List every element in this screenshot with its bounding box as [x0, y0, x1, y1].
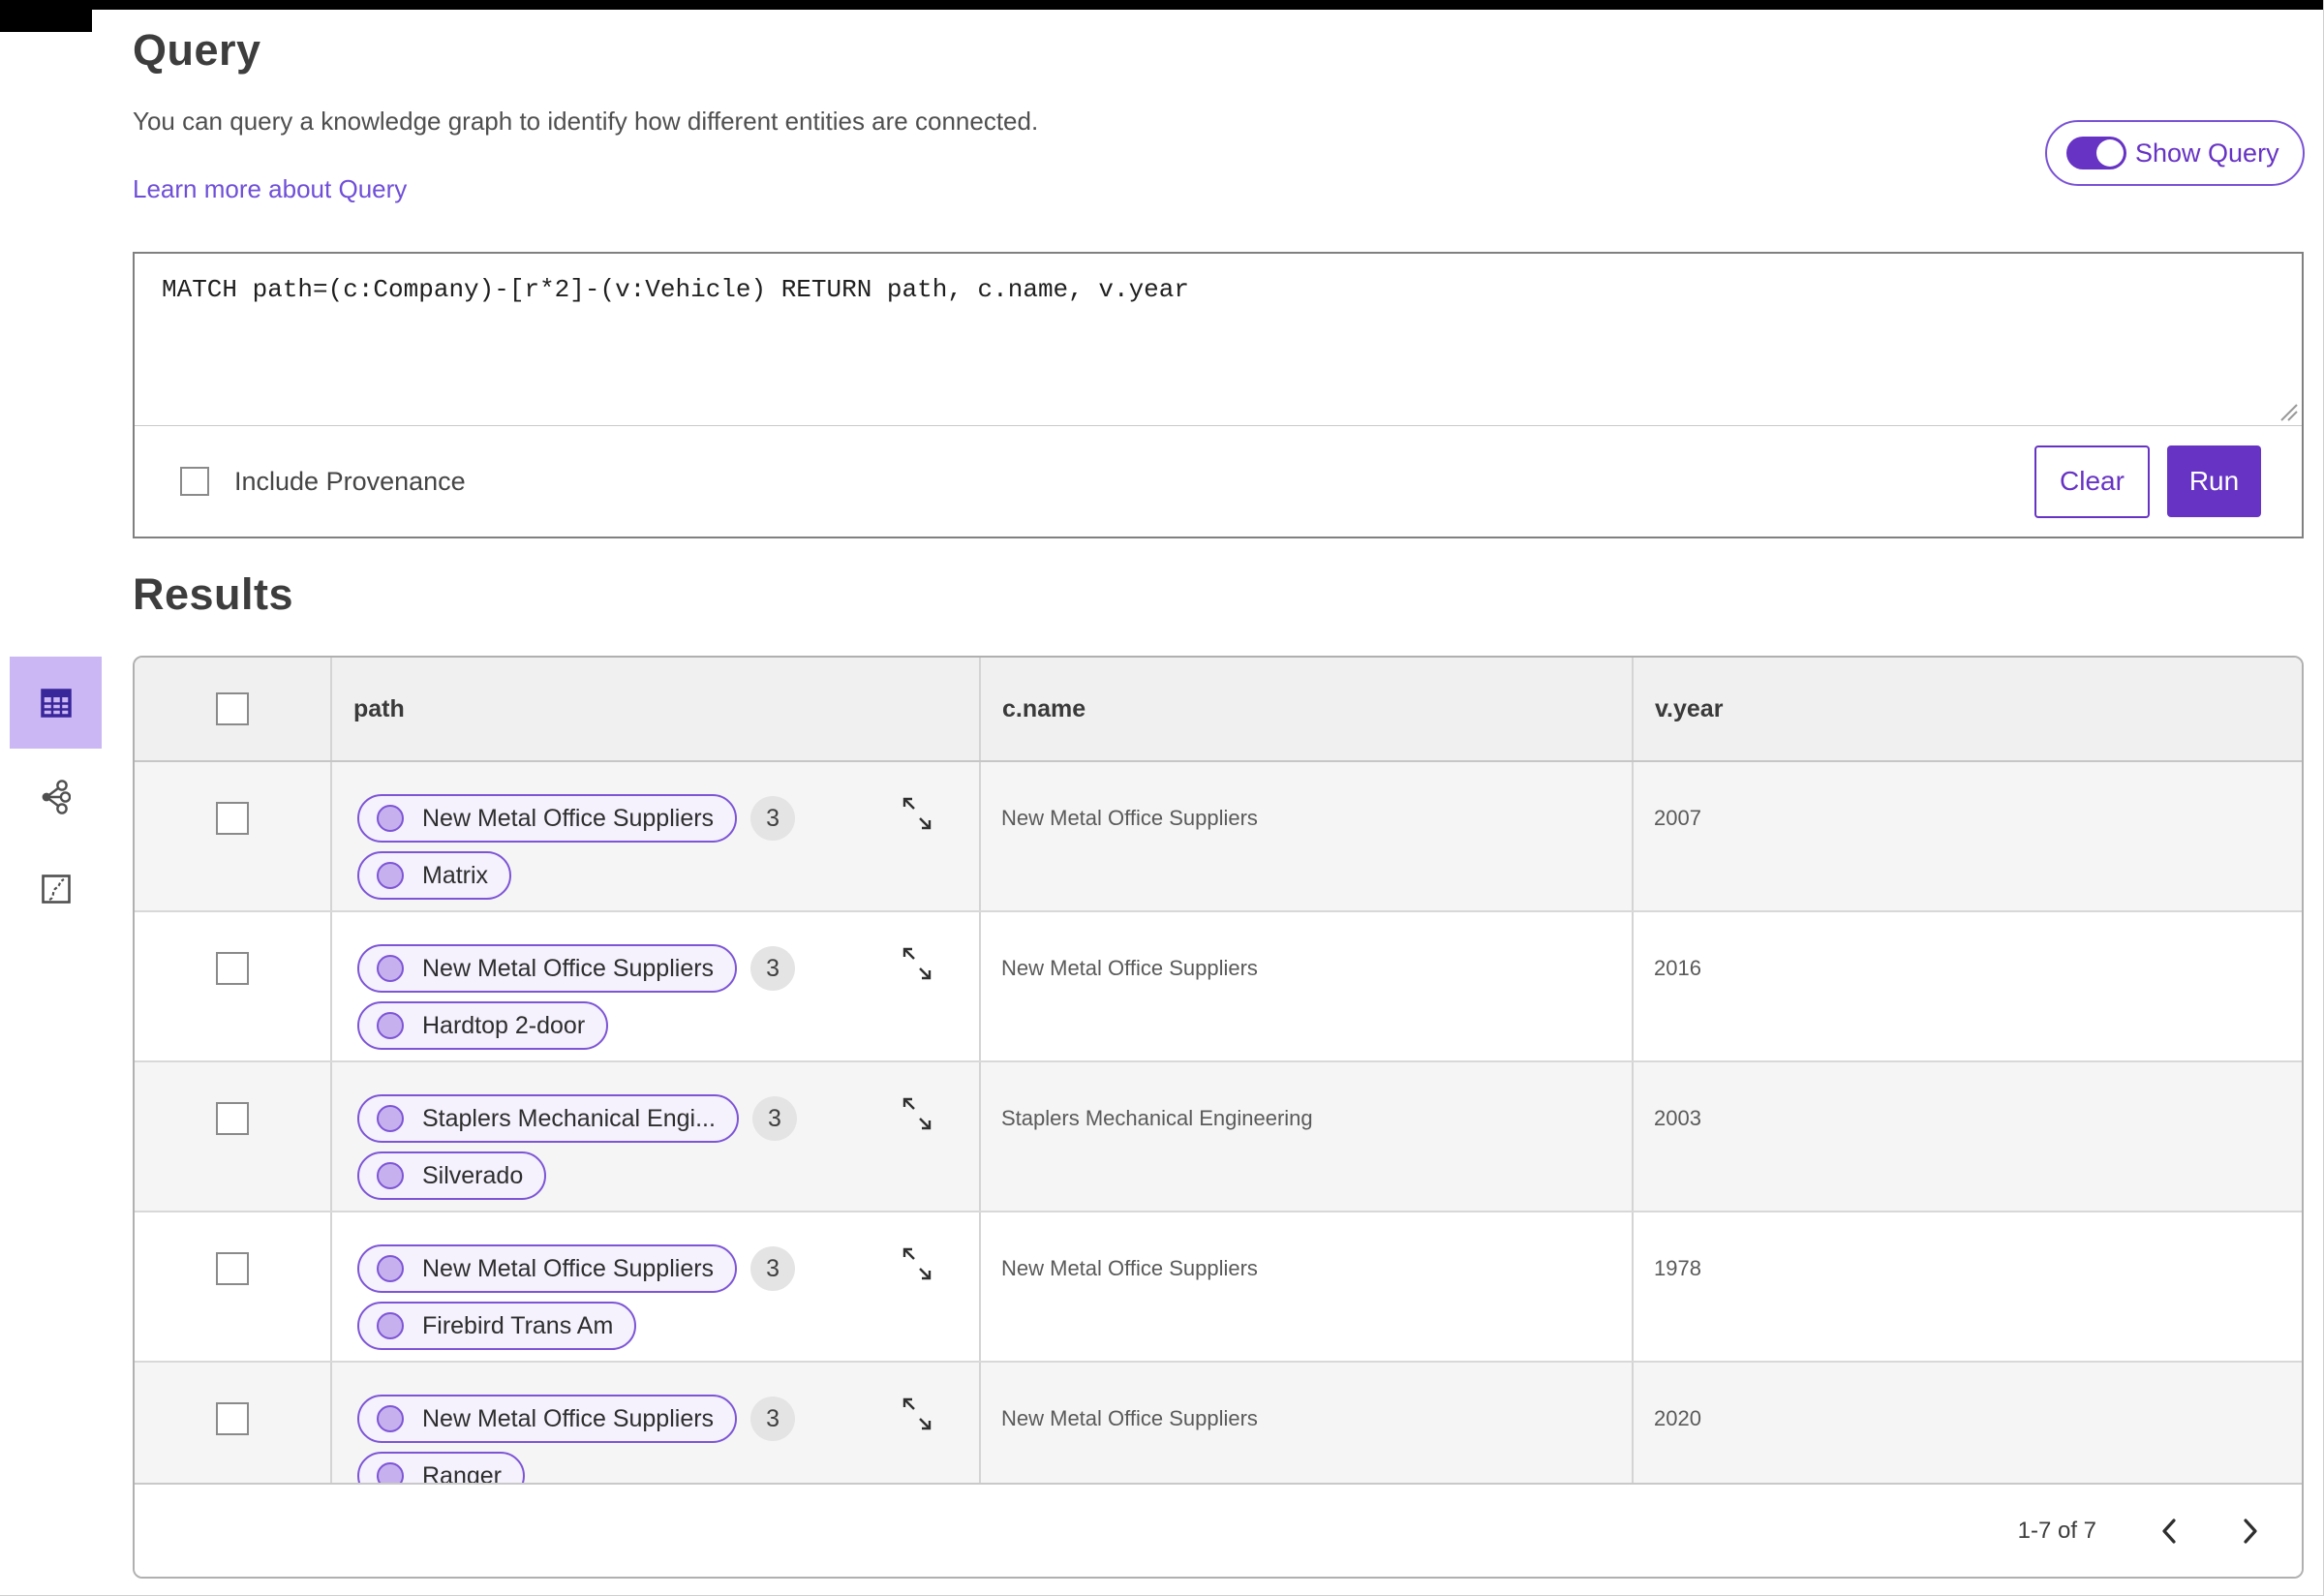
- path-node-pill[interactable]: Staplers Mechanical Engi...: [357, 1094, 739, 1143]
- path-cell: New Metal Office Suppliers 3 Matrix: [330, 762, 979, 910]
- chart-view-button[interactable]: [10, 843, 102, 935]
- path-node-pill[interactable]: Ranger: [357, 1452, 525, 1483]
- show-query-label: Show Query: [2135, 138, 2279, 168]
- results-title: Results: [133, 569, 294, 619]
- expand-icon[interactable]: [898, 1091, 936, 1138]
- window-chrome-top-bar: [0, 0, 2323, 10]
- query-text: MATCH path=(c:Company)-[r*2]-(v:Vehicle)…: [162, 275, 1189, 304]
- path-cell: New Metal Office Suppliers 3 Firebird Tr…: [330, 1212, 979, 1361]
- path-cell: Staplers Mechanical Engi... 3 Silverado: [330, 1062, 979, 1211]
- path-node-pill[interactable]: Silverado: [357, 1151, 547, 1200]
- edge-count-badge: 3: [750, 1246, 796, 1291]
- column-header-vyear[interactable]: v.year: [1632, 658, 2302, 760]
- vyear-cell: 1978: [1632, 1212, 2302, 1361]
- cname-cell: Staplers Mechanical Engineering: [979, 1062, 1632, 1211]
- table-header: path c.name v.year: [135, 658, 2302, 762]
- row-checkbox[interactable]: [216, 1252, 249, 1285]
- node-circle-icon: [377, 1012, 404, 1039]
- node-circle-icon: [377, 1105, 404, 1132]
- node-circle-icon: [377, 1162, 404, 1189]
- node-circle-icon: [377, 955, 404, 982]
- learn-more-link[interactable]: Learn more about Query: [133, 174, 407, 204]
- edge-count-badge: 3: [750, 946, 796, 991]
- expand-icon[interactable]: [898, 1392, 936, 1438]
- table-footer: 1-7 of 7: [135, 1483, 2302, 1577]
- expand-icon[interactable]: [898, 1242, 936, 1288]
- path-node-pill[interactable]: Matrix: [357, 851, 512, 900]
- path-node-pill[interactable]: New Metal Office Suppliers: [357, 1395, 738, 1443]
- table-row: New Metal Office Suppliers 3 Firebird Tr…: [135, 1212, 2302, 1363]
- path-node-pill[interactable]: Hardtop 2-door: [357, 1001, 609, 1050]
- vyear-cell: 2007: [1632, 762, 2302, 910]
- chart-icon: [41, 874, 71, 904]
- query-editor-card: MATCH path=(c:Company)-[r*2]-(v:Vehicle)…: [133, 252, 2304, 538]
- edge-count-badge: 3: [750, 1396, 796, 1441]
- graph-icon: [42, 779, 71, 814]
- path-cell: New Metal Office Suppliers 3 Hardtop 2-d…: [330, 912, 979, 1060]
- select-all-checkbox[interactable]: [216, 692, 249, 725]
- vyear-cell: 2003: [1632, 1062, 2302, 1211]
- table-row: New Metal Office Suppliers 3 Matrix New …: [135, 762, 2302, 912]
- path-cell: New Metal Office Suppliers 3 Ranger: [330, 1363, 979, 1483]
- node-circle-icon: [377, 1312, 404, 1339]
- cname-cell: New Metal Office Suppliers: [979, 1363, 1632, 1483]
- page-title: Query: [133, 25, 261, 75]
- prev-page-button[interactable]: [2147, 1508, 2193, 1554]
- expand-icon[interactable]: [898, 941, 936, 988]
- toggle-switch-icon[interactable]: [2066, 137, 2126, 169]
- node-circle-icon: [377, 1405, 404, 1432]
- graph-view-button[interactable]: [10, 751, 102, 843]
- expand-icon[interactable]: [898, 791, 936, 838]
- header-checkbox-cell: [135, 658, 330, 760]
- edge-count-badge: 3: [751, 1096, 797, 1141]
- table-body: New Metal Office Suppliers 3 Matrix New …: [135, 762, 2302, 1483]
- chevron-right-icon: [2244, 1518, 2257, 1544]
- cname-cell: New Metal Office Suppliers: [979, 1212, 1632, 1361]
- vyear-cell: 2020: [1632, 1363, 2302, 1483]
- cname-cell: New Metal Office Suppliers: [979, 912, 1632, 1060]
- row-checkbox[interactable]: [216, 952, 249, 985]
- results-table: path c.name v.year New Metal Office Supp…: [133, 656, 2304, 1579]
- show-query-toggle[interactable]: Show Query: [2045, 120, 2305, 186]
- include-provenance-label: Include Provenance: [234, 466, 466, 496]
- path-node-pill[interactable]: New Metal Office Suppliers: [357, 794, 738, 843]
- column-header-cname[interactable]: c.name: [979, 658, 1632, 760]
- table-row: Staplers Mechanical Engi... 3 Silverado …: [135, 1062, 2302, 1212]
- query-textarea[interactable]: MATCH path=(c:Company)-[r*2]-(v:Vehicle)…: [135, 254, 2302, 426]
- row-checkbox[interactable]: [216, 802, 249, 835]
- cname-cell: New Metal Office Suppliers: [979, 762, 1632, 910]
- path-node-pill[interactable]: New Metal Office Suppliers: [357, 944, 738, 993]
- window-chrome-corner: [0, 0, 92, 32]
- row-checkbox[interactable]: [216, 1402, 249, 1435]
- vyear-cell: 2016: [1632, 912, 2302, 1060]
- page-description: You can query a knowledge graph to ident…: [133, 107, 1039, 136]
- node-circle-icon: [377, 1462, 404, 1483]
- next-page-button[interactable]: [2226, 1508, 2273, 1554]
- path-node-pill[interactable]: Firebird Trans Am: [357, 1302, 637, 1350]
- chevron-left-icon: [2162, 1518, 2176, 1544]
- run-button[interactable]: Run: [2167, 445, 2261, 517]
- table-row: New Metal Office Suppliers 3 Ranger New …: [135, 1363, 2302, 1483]
- toggle-knob: [2096, 139, 2124, 167]
- node-circle-icon: [377, 1255, 404, 1282]
- table-icon: [40, 688, 72, 718]
- query-editor-footer: Include Provenance Clear Run: [135, 426, 2302, 537]
- column-header-path[interactable]: path: [330, 658, 979, 760]
- clear-button[interactable]: Clear: [2034, 445, 2150, 518]
- node-circle-icon: [377, 862, 404, 889]
- table-view-button[interactable]: [10, 657, 102, 749]
- path-node-pill[interactable]: New Metal Office Suppliers: [357, 1244, 738, 1293]
- table-row: New Metal Office Suppliers 3 Hardtop 2-d…: [135, 912, 2302, 1062]
- node-circle-icon: [377, 805, 404, 832]
- row-checkbox[interactable]: [216, 1102, 249, 1135]
- query-page: Query You can query a knowledge graph to…: [0, 0, 2324, 1596]
- resize-grip-icon[interactable]: [2278, 401, 2299, 422]
- edge-count-badge: 3: [750, 796, 796, 841]
- pagination-range: 1-7 of 7: [2017, 1517, 2096, 1544]
- include-provenance-checkbox[interactable]: [180, 467, 209, 496]
